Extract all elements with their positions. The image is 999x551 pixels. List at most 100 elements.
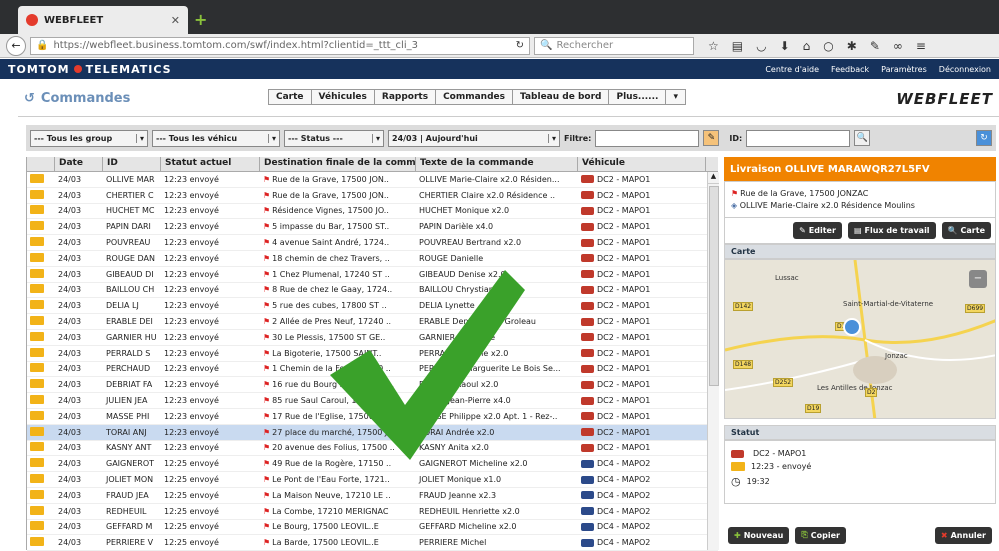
cell-text: KASNY Anita x2.0 (419, 443, 489, 453)
tool-icon[interactable]: ✎ (870, 39, 880, 53)
table-row[interactable]: 24/03 PERRIERE V 12:25 envoyé ⚑ La Barde, 17… (27, 535, 718, 551)
extension-icon[interactable]: ✱ (847, 39, 857, 53)
table-row[interactable]: 24/03 GARNIER HU 12:23 envoyé ⚑ 30 Le Plessi… (27, 330, 718, 346)
table-row[interactable]: 24/03 OLLIVE MAR 12:23 envoyé ⚑ Rue de la Gr… (27, 172, 718, 188)
table-row[interactable]: 24/03 TORAI ANJ 12:23 envoyé ⚑ 27 place du m… (27, 424, 718, 441)
address-bar[interactable]: 🔒 https://webfleet.business.tomtom.com/s… (30, 36, 530, 55)
copy-button[interactable]: ⎘ Copier (795, 526, 846, 544)
workflow-button[interactable]: ▤ Flux de travail (847, 222, 936, 239)
table-row[interactable]: 24/03 JULIEN JEA 12:23 envoyé ⚑ 85 rue Saul … (27, 393, 718, 409)
settings-link[interactable]: Paramètres (881, 65, 927, 74)
col-destination[interactable]: Destination finale de la comm (260, 157, 416, 171)
table-row[interactable]: 24/03 KASNY ANT 12:23 envoyé ⚑ 20 avenue des… (27, 441, 718, 457)
menu-icon[interactable]: ≡ (916, 39, 926, 53)
col-text[interactable]: Texte de la commande (416, 157, 578, 171)
table-row[interactable]: 24/03 JOLIET MON 12:25 envoyé ⚑ Le Pont de l… (27, 472, 718, 488)
table-row[interactable]: 24/03 FRAUD JEA 12:25 envoyé ⚑ La Maison Neu… (27, 488, 718, 504)
cell-status: 12:25 envoyé (164, 522, 219, 532)
reload-icon[interactable]: ↻ (516, 40, 524, 51)
truck-icon (581, 396, 594, 405)
table-row[interactable]: 24/03 BAILLOU CH 12:23 envoyé ⚑ 8 Rue de che… (27, 283, 718, 299)
scroll-thumb[interactable] (709, 186, 719, 386)
map-pin-icon[interactable] (843, 318, 861, 336)
table-row[interactable]: 24/03 ROUGE DAN 12:23 envoyé ⚑ 18 chemin de … (27, 251, 718, 267)
browser-toolbar-icons: ☆ ▤ ◡ ⬇ ⌂ ○ ✱ ✎ ∞ ≡ (708, 39, 926, 53)
pocket-icon[interactable]: ◡ (756, 39, 766, 53)
col-vehicle[interactable]: Véhicule (578, 157, 706, 171)
menu-commandes[interactable]: Commandes (436, 90, 513, 104)
table-row[interactable]: 24/03 POUVREAU 12:23 envoyé ⚑ 4 avenue Saint… (27, 235, 718, 251)
col-id[interactable]: ID (103, 157, 161, 171)
feedback-link[interactable]: Feedback (831, 65, 869, 74)
table-row[interactable]: 24/03 DELIA LJ 12:23 envoyé ⚑ 5 rue des cube… (27, 298, 718, 315)
zoom-out-icon[interactable]: − (969, 270, 987, 288)
cell-text: GAIGNEROT Micheline x2.0 (419, 459, 528, 469)
order-envelope-icon (27, 410, 55, 422)
cell-text: GEFFARD Micheline x2.0 (419, 522, 517, 532)
help-link[interactable]: Centre d'aide (765, 65, 819, 74)
vehicle-select[interactable]: --- Tous les véhicu ▾ (152, 129, 280, 147)
scroll-up-icon[interactable]: ▲ (708, 172, 719, 184)
cell-destination: ⚑ Rue de la Grave, 17500 JON.. (263, 174, 389, 184)
cancel-button[interactable]: ✖ Annuler (934, 526, 992, 544)
mini-map[interactable]: Lussac Saint-Martial-de-Vitaterne Jonzac… (724, 259, 996, 419)
orders-grid: Date ID Statut actuel Destination finale… (26, 157, 719, 551)
status-select[interactable]: --- Status --- ▾ (284, 129, 384, 147)
close-tab-icon[interactable]: ✕ (171, 14, 180, 27)
home-icon[interactable]: ⌂ (803, 39, 811, 53)
cell-destination: ⚑ 4 avenue Saint André, 1724.. (263, 238, 390, 248)
table-row[interactable]: 24/03 MASSE PHI 12:23 envoyé ⚑ 17 Rue de l'E… (27, 409, 718, 425)
table-row[interactable]: 24/03 GAIGNEROT 12:25 envoyé ⚑ 49 Rue de la … (27, 456, 718, 473)
table-row[interactable]: 24/03 HUCHET MC 12:23 envoyé ⚑ Résidence Vig… (27, 204, 718, 220)
download-icon[interactable]: ⬇ (780, 39, 790, 53)
date-select[interactable]: 24/03 | Aujourd'hui ▾ (388, 129, 560, 147)
id-input[interactable] (746, 129, 851, 147)
refresh-list-icon[interactable]: ↻ (976, 130, 992, 146)
cell-destination: ⚑ 5 rue des cubes, 17800 ST .. (263, 301, 387, 311)
grid-body: 24/03 OLLIVE MAR 12:23 envoyé ⚑ Rue de la Gr… (27, 172, 718, 551)
table-row[interactable]: 24/03 GEFFARD M 12:25 envoyé ⚑ Le Bourg, 175… (27, 520, 718, 536)
table-row[interactable]: 24/03 PERRALD S 12:23 envoyé ⚑ La Bigoterie,… (27, 346, 718, 362)
col-status[interactable]: Statut actuel (161, 157, 260, 171)
cell-status: 12:23 envoyé (164, 317, 219, 327)
road-label: D2 (865, 388, 878, 397)
search-id-icon[interactable]: 🔍 (854, 130, 871, 146)
table-row[interactable]: 24/03 REDHEUIL 12:25 envoyé ⚑ La Combe, 172… (27, 504, 718, 520)
menu-rapports[interactable]: Rapports (375, 90, 437, 104)
edit-button[interactable]: ✎ Editer (793, 222, 842, 239)
refresh-icon[interactable]: ↺ (24, 91, 35, 106)
cell-id: PERRALD S (106, 348, 151, 358)
cell-id: GEFFARD M (106, 522, 153, 532)
menu-tableau-de-bord[interactable]: Tableau de bord (513, 90, 610, 104)
back-icon[interactable]: ← (6, 35, 26, 56)
bookmark-star-icon[interactable]: ☆ (708, 39, 719, 53)
menu-carte[interactable]: Carte (269, 90, 312, 104)
col-date[interactable]: Date (55, 157, 103, 171)
logout-link[interactable]: Déconnexion (939, 65, 991, 74)
cell-vehicle: DC2 - MAPO1 (578, 254, 706, 263)
menu-vehicules[interactable]: Véhicules (312, 90, 375, 104)
browser-tab[interactable]: WEBFLEET ✕ (18, 6, 188, 34)
cell-vehicle: DC4 - MAPO2 (578, 522, 706, 531)
table-row[interactable]: 24/03 DEBRIAT FA 12:23 envoyé ⚑ 16 rue du Bo… (27, 377, 718, 394)
group-select[interactable]: --- Tous les group ▾ (30, 129, 148, 147)
chat-icon[interactable]: ○ (823, 39, 833, 53)
menu-plus[interactable]: Plus...... (609, 90, 667, 104)
table-row[interactable]: 24/03 CHERTIER C 12:23 envoyé ⚑ Rue de la Gr… (27, 188, 718, 204)
menu-dropdown-icon[interactable]: ▾ (666, 90, 685, 104)
id-label: ID: (729, 133, 743, 143)
table-row[interactable]: 24/03 PERCHAUD 12:23 envoyé ⚑ 1 Chemin de la… (27, 362, 718, 378)
browser-search-input[interactable]: 🔍 Rechercher (534, 36, 694, 55)
table-row[interactable]: 24/03 PAPIN DARI 12:23 envoyé ⚑ 5 impasse du… (27, 219, 718, 236)
table-row[interactable]: 24/03 GIBEAUD DI 12:23 envoyé ⚑ 1 Chez Plume… (27, 267, 718, 283)
glasses-icon[interactable]: ∞ (893, 39, 903, 53)
clear-filter-icon[interactable]: ✎ (703, 130, 720, 146)
table-row[interactable]: 24/03 ERABLE DEI 12:23 envoyé ⚑ 2 Allée de P… (27, 314, 718, 330)
map-button[interactable]: 🔍 Carte (941, 222, 991, 239)
new-tab-icon[interactable]: + (194, 10, 207, 29)
order-envelope-icon (27, 221, 55, 232)
reading-list-icon[interactable]: ▤ (732, 39, 743, 53)
grid-scrollbar[interactable]: ▲ (707, 172, 719, 550)
new-button[interactable]: ✚ Nouveau (728, 526, 790, 544)
filter-input[interactable] (595, 129, 700, 147)
